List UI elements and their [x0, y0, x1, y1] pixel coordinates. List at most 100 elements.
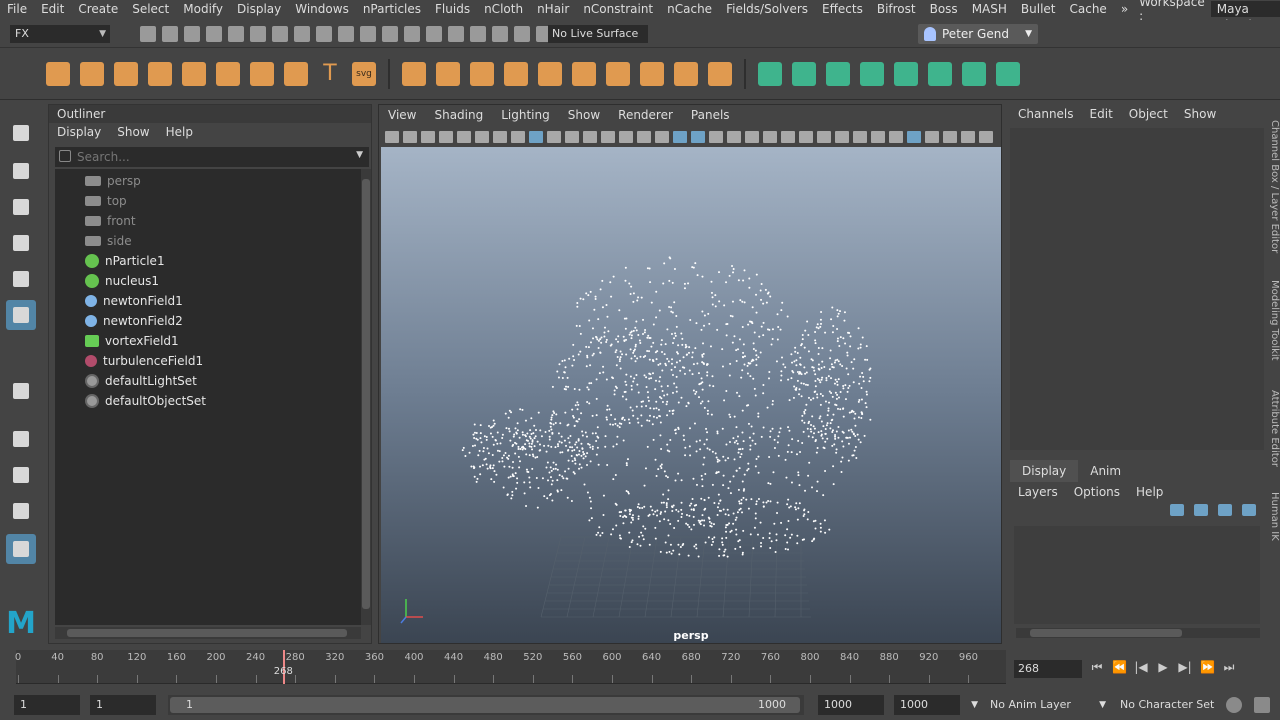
- shelf-poly-cube-icon[interactable]: [436, 62, 460, 86]
- viewport-tool-icon[interactable]: [763, 131, 777, 143]
- side-tab-attribute-editor[interactable]: Attribute Editor: [1264, 382, 1280, 474]
- outliner-item-newtonfield1[interactable]: newtonField1: [85, 291, 183, 311]
- menu-set-select[interactable]: FX ▼: [10, 25, 110, 43]
- layer-menu-layers[interactable]: Layers: [1010, 482, 1066, 502]
- layer-tab-anim[interactable]: Anim: [1078, 460, 1133, 482]
- viewport-tool-icon[interactable]: [817, 131, 831, 143]
- scrollbar-thumb[interactable]: [67, 629, 347, 637]
- status-tool-icon[interactable]: [470, 26, 486, 42]
- shelf-fill-hole-icon[interactable]: [826, 62, 850, 86]
- range-thumb[interactable]: [170, 697, 800, 713]
- viewport-tool-icon[interactable]: [907, 131, 921, 143]
- shelf-text-icon[interactable]: T: [318, 62, 342, 86]
- menu-nhair[interactable]: nHair: [530, 2, 576, 16]
- live-surface-field[interactable]: No Live Surface: [548, 25, 648, 43]
- shelf-target-weld-icon[interactable]: [996, 62, 1020, 86]
- shelf-extrude-icon[interactable]: [708, 62, 732, 86]
- shelf-svg-icon[interactable]: svg: [352, 62, 376, 86]
- channel-box-menu-channels[interactable]: Channels: [1010, 107, 1082, 121]
- viewport-menu-renderer[interactable]: Renderer: [609, 108, 682, 122]
- single-pane-layout-button[interactable]: [6, 424, 36, 454]
- workspace-select[interactable]: Maya Classic: [1210, 1, 1280, 32]
- menu-overflow[interactable]: »: [1114, 2, 1135, 16]
- shelf-torus-icon[interactable]: [216, 62, 240, 86]
- viewport-tool-icon[interactable]: [961, 131, 975, 143]
- scrollbar-thumb[interactable]: [1030, 629, 1182, 637]
- anim-layer-dropdown[interactable]: No Anim Layer ▼: [990, 695, 1106, 715]
- playback-start-field[interactable]: 1: [90, 695, 156, 715]
- layer-menu-options[interactable]: Options: [1066, 482, 1128, 502]
- outliner-layout-button[interactable]: [6, 534, 36, 564]
- playback-range-bar[interactable]: 1 1000: [168, 695, 804, 715]
- status-tool-icon[interactable]: [228, 26, 244, 42]
- viewport-tool-icon[interactable]: [889, 131, 903, 143]
- viewport-menu-show[interactable]: Show: [559, 108, 609, 122]
- viewport-tool-icon[interactable]: [565, 131, 579, 143]
- move-layer-down-icon[interactable]: [1194, 504, 1208, 516]
- four-pane-layout-button[interactable]: [6, 460, 36, 490]
- move-layer-up-icon[interactable]: [1170, 504, 1184, 516]
- channel-box-menu-object[interactable]: Object: [1121, 107, 1176, 121]
- outliner-item-persp[interactable]: persp: [85, 171, 141, 191]
- status-tool-icon[interactable]: [382, 26, 398, 42]
- shelf-smooth-icon[interactable]: [606, 62, 630, 86]
- paint-select-tool-button[interactable]: [6, 192, 36, 222]
- menu-select[interactable]: Select: [125, 2, 176, 16]
- viewport-tool-icon[interactable]: [457, 131, 471, 143]
- viewport-tool-icon[interactable]: [403, 131, 417, 143]
- viewport-tool-icon[interactable]: [475, 131, 489, 143]
- viewport-menu-panels[interactable]: Panels: [682, 108, 739, 122]
- two-pane-layout-button[interactable]: [6, 496, 36, 526]
- viewport-canvas[interactable]: persp: [381, 147, 1001, 643]
- status-tool-icon[interactable]: [360, 26, 376, 42]
- viewport-tool-icon[interactable]: [853, 131, 867, 143]
- shelf-plane-icon[interactable]: [182, 62, 206, 86]
- status-tool-icon[interactable]: [492, 26, 508, 42]
- menu-ncloth[interactable]: nCloth: [477, 2, 530, 16]
- outliner-item-defaultlightset[interactable]: defaultLightSet: [85, 371, 197, 391]
- outliner-item-nucleus1[interactable]: nucleus1: [85, 271, 159, 291]
- channel-box-menu-edit[interactable]: Edit: [1082, 107, 1121, 121]
- menu-nparticles[interactable]: nParticles: [356, 2, 428, 16]
- viewport-tool-icon[interactable]: [385, 131, 399, 143]
- viewport-tool-icon[interactable]: [529, 131, 543, 143]
- status-tool-icon[interactable]: [404, 26, 420, 42]
- viewport-tool-icon[interactable]: [655, 131, 669, 143]
- viewport-tool-icon[interactable]: [691, 131, 705, 143]
- shelf-bridge-green-icon[interactable]: [792, 62, 816, 86]
- user-account-button[interactable]: Peter Gend ▼: [918, 24, 1038, 44]
- select-tool-button[interactable]: [6, 118, 36, 148]
- menu-fields-solvers[interactable]: Fields/Solvers: [719, 2, 815, 16]
- viewport-tool-icon[interactable]: [709, 131, 723, 143]
- menu-effects[interactable]: Effects: [815, 2, 870, 16]
- rotate-tool-button[interactable]: [6, 264, 36, 294]
- outliner-menu-help[interactable]: Help: [158, 123, 201, 141]
- status-tool-icon[interactable]: [272, 26, 288, 42]
- animation-end-field[interactable]: 1000: [894, 695, 960, 715]
- outliner-search-input[interactable]: [77, 147, 337, 167]
- status-tool-icon[interactable]: [294, 26, 310, 42]
- status-tool-icon[interactable]: [338, 26, 354, 42]
- move-tool-button[interactable]: [6, 228, 36, 258]
- new-layer-from-selected-icon[interactable]: [1242, 504, 1256, 516]
- outliner-item-turbulencefield1[interactable]: turbulenceField1: [85, 351, 203, 371]
- menu-cache[interactable]: Cache: [1062, 2, 1113, 16]
- shelf-sphere-icon[interactable]: [46, 62, 70, 86]
- menu-modify[interactable]: Modify: [176, 2, 230, 16]
- viewport-menu-lighting[interactable]: Lighting: [492, 108, 559, 122]
- time-ruler[interactable]: 0 40 80 120 160 200 240 280 320 360 400 440 480 520 56…: [15, 650, 1006, 684]
- viewport-tool-icon[interactable]: [799, 131, 813, 143]
- outliner-item-nparticle1[interactable]: nParticle1: [85, 251, 165, 271]
- status-tool-icon[interactable]: [514, 26, 530, 42]
- outliner-menu-display[interactable]: Display: [49, 123, 109, 141]
- anim-preferences-icon[interactable]: [1226, 697, 1242, 713]
- channel-box-menu-show[interactable]: Show: [1176, 107, 1224, 121]
- menu-file[interactable]: File: [0, 2, 34, 16]
- playback-end-field[interactable]: 1000: [818, 695, 884, 715]
- viewport-tool-icon[interactable]: [601, 131, 615, 143]
- viewport-tool-icon[interactable]: [493, 131, 507, 143]
- side-tab-channel-box[interactable]: Channel Box / Layer Editor: [1264, 112, 1280, 262]
- play-forward-icon[interactable]: ▶: [1156, 660, 1170, 674]
- viewport-tool-icon[interactable]: [943, 131, 957, 143]
- viewport-menu-view[interactable]: View: [379, 108, 425, 122]
